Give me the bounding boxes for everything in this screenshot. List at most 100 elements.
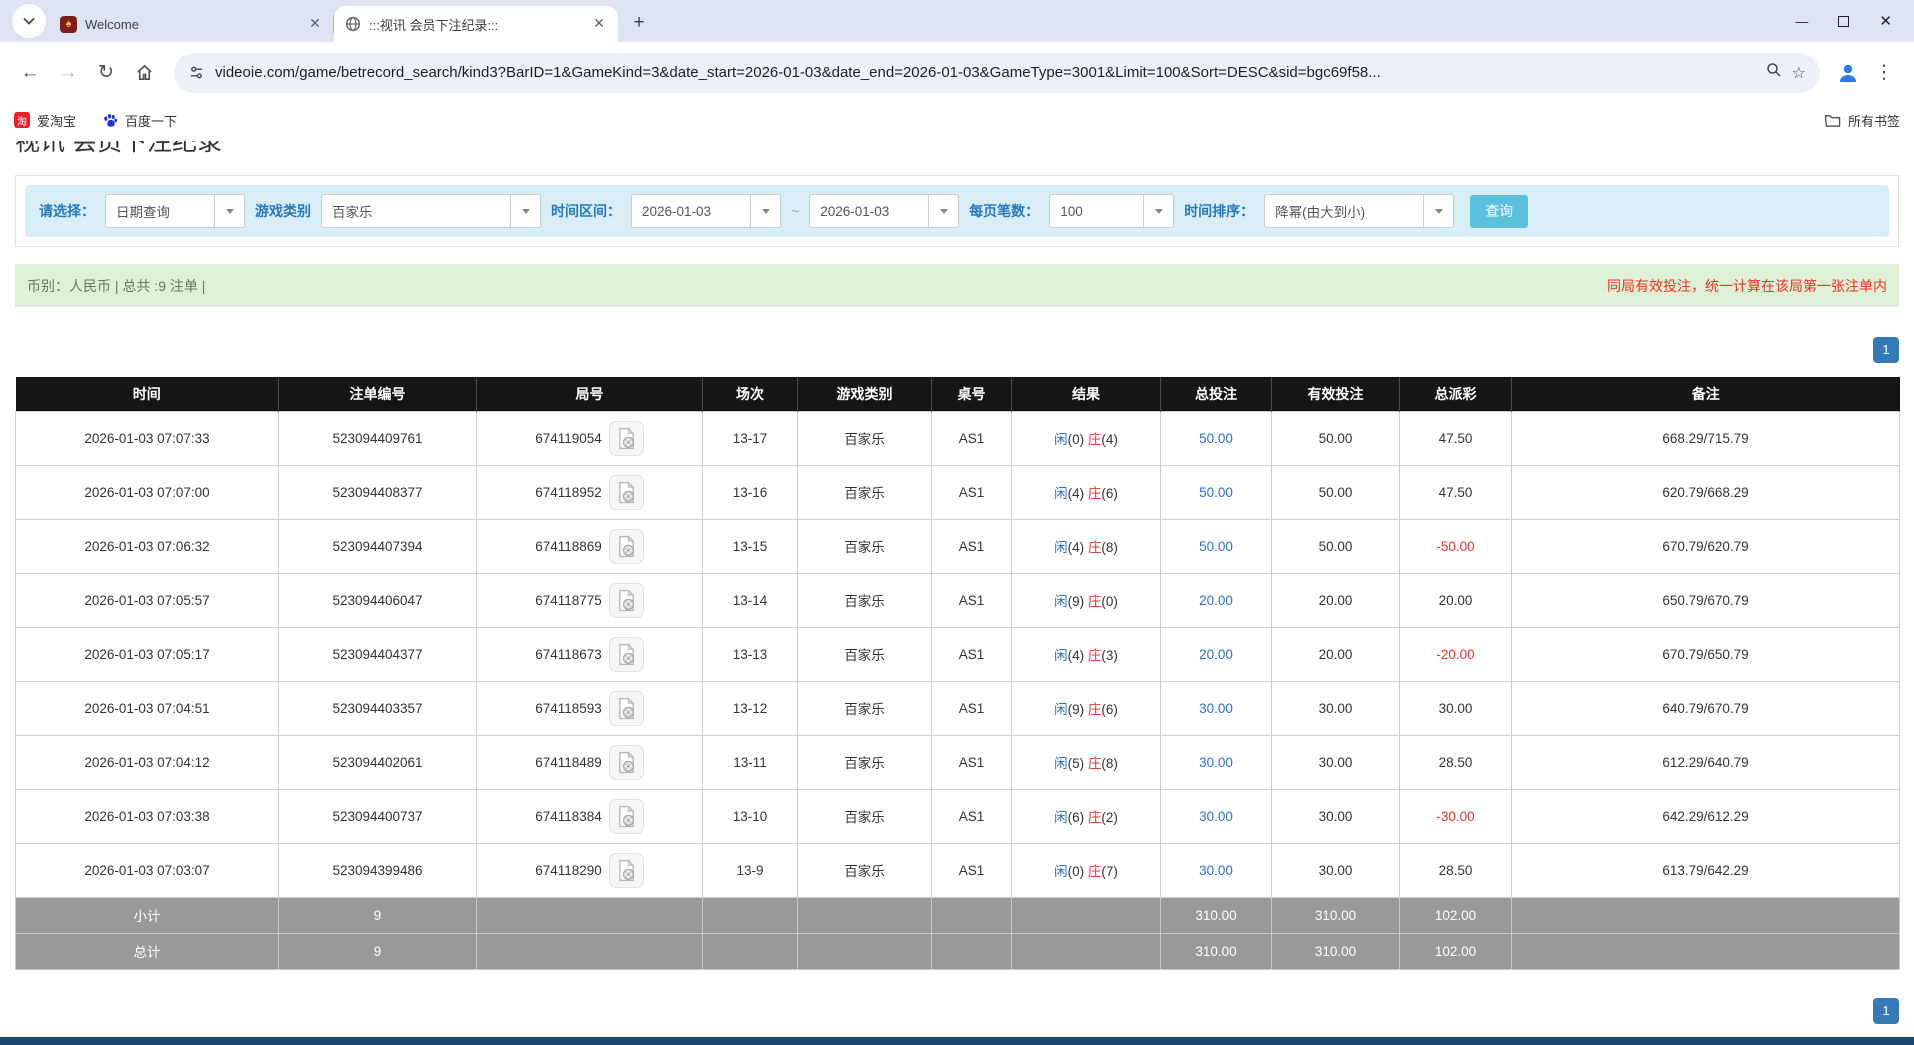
cell-game-type: 百家乐: [798, 519, 932, 573]
cell-time: 2026-01-03 07:06:32: [16, 519, 279, 573]
round-number: 674118290: [535, 863, 602, 878]
bookmark-star-icon[interactable]: ☆: [1792, 63, 1806, 83]
video-replay-button[interactable]: [609, 691, 644, 726]
profile-avatar-icon[interactable]: [1834, 59, 1862, 87]
site-settings-icon[interactable]: [188, 64, 205, 81]
cell-bet-id: 523094404377: [279, 627, 477, 681]
video-replay-button[interactable]: [609, 475, 644, 510]
back-button[interactable]: ←: [14, 57, 46, 89]
bookmark-baidu[interactable]: 百度一下: [102, 111, 177, 130]
date-range-tilde: ~: [791, 203, 799, 219]
total-payout: 102.00: [1400, 933, 1512, 969]
bet-records-table: 时间 注单编号 局号 场次 游戏类别 桌号 结果 总投注 有效投注 总派彩 备注…: [15, 377, 1900, 970]
total-bet-link[interactable]: 50.00: [1199, 485, 1233, 500]
total-bet-link[interactable]: 30.00: [1199, 809, 1233, 824]
cell-bet-id: 523094409761: [279, 411, 477, 465]
video-replay-button[interactable]: [609, 745, 644, 780]
pagination-page-1[interactable]: 1: [1873, 337, 1899, 363]
video-record-icon: [617, 481, 636, 504]
cell-table-no: AS1: [932, 843, 1012, 897]
tab-welcome[interactable]: ♠ Welcome ✕: [50, 6, 334, 42]
total-bet-link[interactable]: 20.00: [1199, 647, 1233, 662]
empty-cell: [1012, 933, 1161, 969]
cell-valid-bet: 30.00: [1272, 735, 1400, 789]
minimize-button[interactable]: ―: [1795, 14, 1808, 29]
col-header-valid-bet: 有效投注: [1272, 377, 1400, 411]
subtotal-payout: 102.00: [1400, 897, 1512, 933]
zoom-icon[interactable]: [1766, 62, 1782, 83]
menu-dots-icon[interactable]: ⋮: [1868, 57, 1900, 89]
tab-close-icon[interactable]: ✕: [306, 15, 324, 33]
cell-note: 670.79/620.79: [1512, 519, 1900, 573]
dropdown-arrow-icon[interactable]: [1143, 195, 1173, 227]
video-replay-button[interactable]: [609, 799, 644, 834]
banker-score: (4): [1101, 432, 1118, 447]
dropdown-arrow-icon[interactable]: [214, 195, 244, 227]
tab-bet-records[interactable]: :::视讯 会员下注纪录::: ✕: [334, 6, 618, 42]
tab-search-button[interactable]: [12, 4, 46, 38]
total-bet-link[interactable]: 30.00: [1199, 863, 1233, 878]
query-type-select[interactable]: 日期查询: [105, 194, 245, 228]
empty-cell: [1512, 933, 1900, 969]
dropdown-arrow-icon[interactable]: [1423, 195, 1453, 227]
cell-table-no: AS1: [932, 789, 1012, 843]
tab-close-icon[interactable]: ✕: [590, 15, 608, 33]
video-replay-button[interactable]: [609, 421, 644, 456]
dropdown-arrow-icon[interactable]: [928, 195, 958, 227]
address-bar[interactable]: videoie.com/game/betrecord_search/kind3?…: [174, 53, 1820, 93]
bookmark-taobao[interactable]: 淘 爱淘宝: [14, 111, 76, 130]
per-page-select[interactable]: 100: [1049, 194, 1174, 228]
cell-game-type: 百家乐: [798, 573, 932, 627]
total-bet-link[interactable]: 30.00: [1199, 755, 1233, 770]
banker-result: 庄: [1088, 702, 1102, 717]
video-replay-button[interactable]: [609, 529, 644, 564]
cell-note: 613.79/642.29: [1512, 843, 1900, 897]
cell-round: 674118952: [477, 465, 703, 519]
all-bookmarks[interactable]: 所有书签: [1824, 111, 1900, 130]
taobao-icon: 淘: [14, 112, 30, 128]
cell-time: 2026-01-03 07:05:17: [16, 627, 279, 681]
game-type-value: 百家乐: [322, 195, 510, 227]
empty-cell: [703, 933, 798, 969]
cell-time: 2026-01-03 07:03:38: [16, 789, 279, 843]
player-score: (4): [1068, 540, 1085, 555]
player-score: (5): [1068, 756, 1085, 771]
date-start-picker[interactable]: 2026-01-03: [631, 194, 781, 228]
page-content: 视讯 会员下注纪录 请选择： 日期查询 游戏类别 百家乐 时间区间： 2026-…: [0, 141, 1914, 1024]
game-type-select[interactable]: 百家乐: [321, 194, 541, 228]
video-record-icon: [617, 805, 636, 828]
dropdown-arrow-icon[interactable]: [510, 195, 540, 227]
total-bet-link[interactable]: 20.00: [1199, 593, 1233, 608]
search-button[interactable]: 查询: [1470, 195, 1528, 228]
cell-session: 13-10: [703, 789, 798, 843]
video-replay-button[interactable]: [609, 583, 644, 618]
dropdown-arrow-icon[interactable]: [750, 195, 780, 227]
new-tab-button[interactable]: +: [624, 8, 654, 38]
total-bet-link[interactable]: 50.00: [1199, 539, 1233, 554]
url-text[interactable]: videoie.com/game/betrecord_search/kind3?…: [215, 64, 1756, 81]
empty-cell: [798, 933, 932, 969]
page-title-clip: 视讯 会员下注纪录: [15, 141, 1914, 161]
video-replay-button[interactable]: [609, 853, 644, 888]
pagination-page-1[interactable]: 1: [1873, 998, 1899, 1024]
date-end-picker[interactable]: 2026-01-03: [809, 194, 959, 228]
total-bet-link[interactable]: 50.00: [1199, 431, 1233, 446]
total-row: 总计 9 310.00 310.00 102.00: [16, 933, 1900, 969]
sort-select[interactable]: 降幂(由大到小): [1264, 194, 1454, 228]
table-row: 2026-01-03 07:03:38523094400737674118384…: [16, 789, 1900, 843]
reload-button[interactable]: ↻: [90, 57, 122, 89]
video-replay-button[interactable]: [609, 637, 644, 672]
cell-time: 2026-01-03 07:07:33: [16, 411, 279, 465]
close-button[interactable]: ✕: [1879, 12, 1892, 30]
cell-total-bet: 50.00: [1161, 411, 1272, 465]
table-row: 2026-01-03 07:04:51523094403357674118593…: [16, 681, 1900, 735]
forward-button[interactable]: →: [52, 57, 84, 89]
cell-session: 13-12: [703, 681, 798, 735]
total-bet-link[interactable]: 30.00: [1199, 701, 1233, 716]
video-record-icon: [617, 535, 636, 558]
per-page-label: 每页笔数：: [969, 201, 1039, 221]
video-record-icon: [617, 643, 636, 666]
home-button[interactable]: [128, 57, 160, 89]
maximize-button[interactable]: [1838, 16, 1849, 27]
cell-result: 闲(0) 庄(7): [1012, 843, 1161, 897]
